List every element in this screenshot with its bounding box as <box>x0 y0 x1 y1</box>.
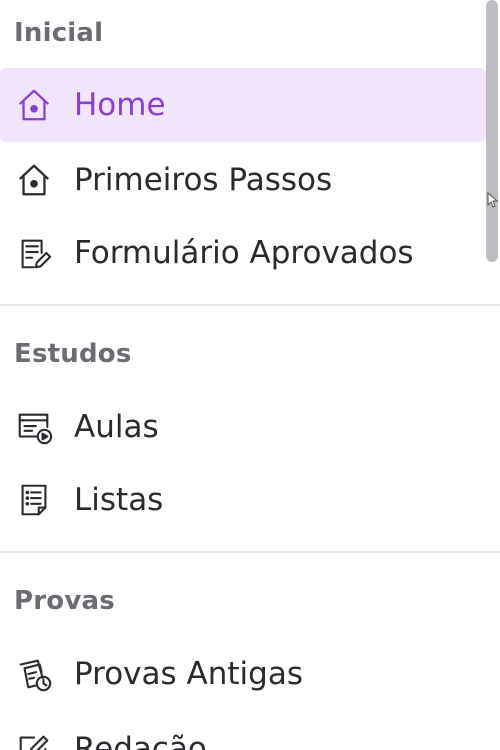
section-title-provas: Provas <box>14 586 115 616</box>
mouse-cursor-icon <box>487 192 499 208</box>
section-divider <box>0 551 500 553</box>
sidebar-item-label: Redação <box>74 731 207 750</box>
sidebar-item-label: Home <box>74 87 166 123</box>
section-divider <box>0 304 500 306</box>
video-lesson-icon <box>14 407 54 447</box>
sidebar-item-home[interactable]: Home <box>0 68 486 142</box>
sidebar-item-label: Provas Antigas <box>74 656 303 692</box>
sidebar-item-label: Primeiros Passos <box>74 162 333 198</box>
sidebar-item-aulas[interactable]: Aulas <box>0 390 486 464</box>
sidebar-item-listas[interactable]: Listas <box>0 463 486 537</box>
sidebar-item-label: Formulário Aprovados <box>74 235 414 271</box>
sidebar-item-provas-antigas[interactable]: Provas Antigas <box>0 637 486 711</box>
form-edit-icon <box>14 233 54 273</box>
pencil-edit-icon <box>14 729 54 750</box>
sidebar-item-label: Aulas <box>74 409 159 445</box>
home-icon <box>14 85 54 125</box>
sidebar-nav: Inicial Home Primeiros Passos Formulário… <box>0 0 500 750</box>
list-icon <box>14 480 54 520</box>
sidebar-item-redacao[interactable]: Redação <box>0 712 486 750</box>
sidebar-item-label: Listas <box>74 482 164 518</box>
exam-history-icon <box>14 654 54 694</box>
sidebar-item-primeiros-passos[interactable]: Primeiros Passos <box>0 143 486 217</box>
sidebar-item-formulario-aprovados[interactable]: Formulário Aprovados <box>0 216 486 290</box>
scrollbar-thumb[interactable] <box>486 0 498 262</box>
home-outline-icon <box>14 160 54 200</box>
section-title-estudos: Estudos <box>14 339 132 369</box>
section-title-inicial: Inicial <box>14 18 104 48</box>
